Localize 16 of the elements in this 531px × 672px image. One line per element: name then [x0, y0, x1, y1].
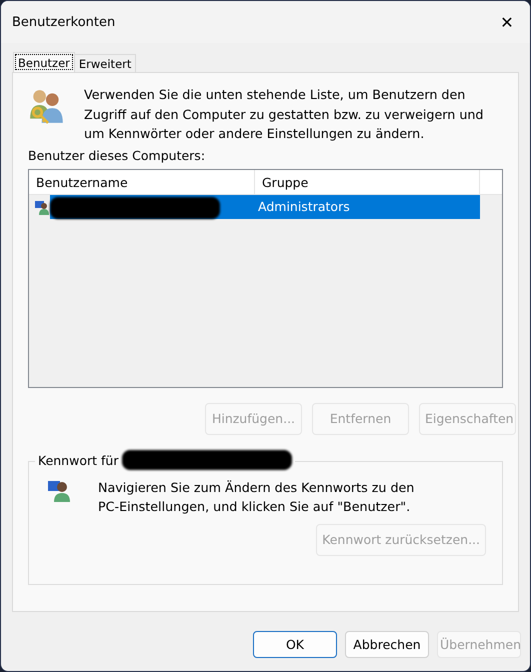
password-hint: Navigieren Sie zum Ändern des Kennworts zu den PC-Einstellungen, und klicken Sie auf "Benutzer".: [98, 478, 416, 516]
table-row[interactable]: Administrators: [50, 194, 480, 218]
group-label: Kennwort für: [38, 452, 118, 470]
users-label: Benutzer dieses Computers:: [28, 148, 206, 162]
column-header[interactable]: Benutzername: [29, 170, 255, 194]
close-button[interactable]: ✕: [484, 1, 530, 43]
dialog-button[interactable]: Abbrechen: [345, 631, 429, 658]
user-computer-icon: [34, 198, 50, 214]
intro-text: Verwenden Sie die unten stehende Liste, um Benutzern den Zugriff auf den Computer zu gestatten bzw. zu verweigern und um Kennwörter oder andere Einstellungen zu ändern.: [84, 86, 484, 143]
window-title: Benutzerkonten: [12, 14, 116, 30]
tab[interactable]: Erweitert: [74, 54, 136, 72]
column-header[interactable]: Gruppe: [255, 170, 480, 194]
dialog-button[interactable]: OK: [253, 631, 337, 658]
tab[interactable]: Benutzer: [13, 52, 75, 72]
table-cell-text: Administrators: [257, 199, 350, 214]
users-key-icon: [28, 87, 66, 125]
